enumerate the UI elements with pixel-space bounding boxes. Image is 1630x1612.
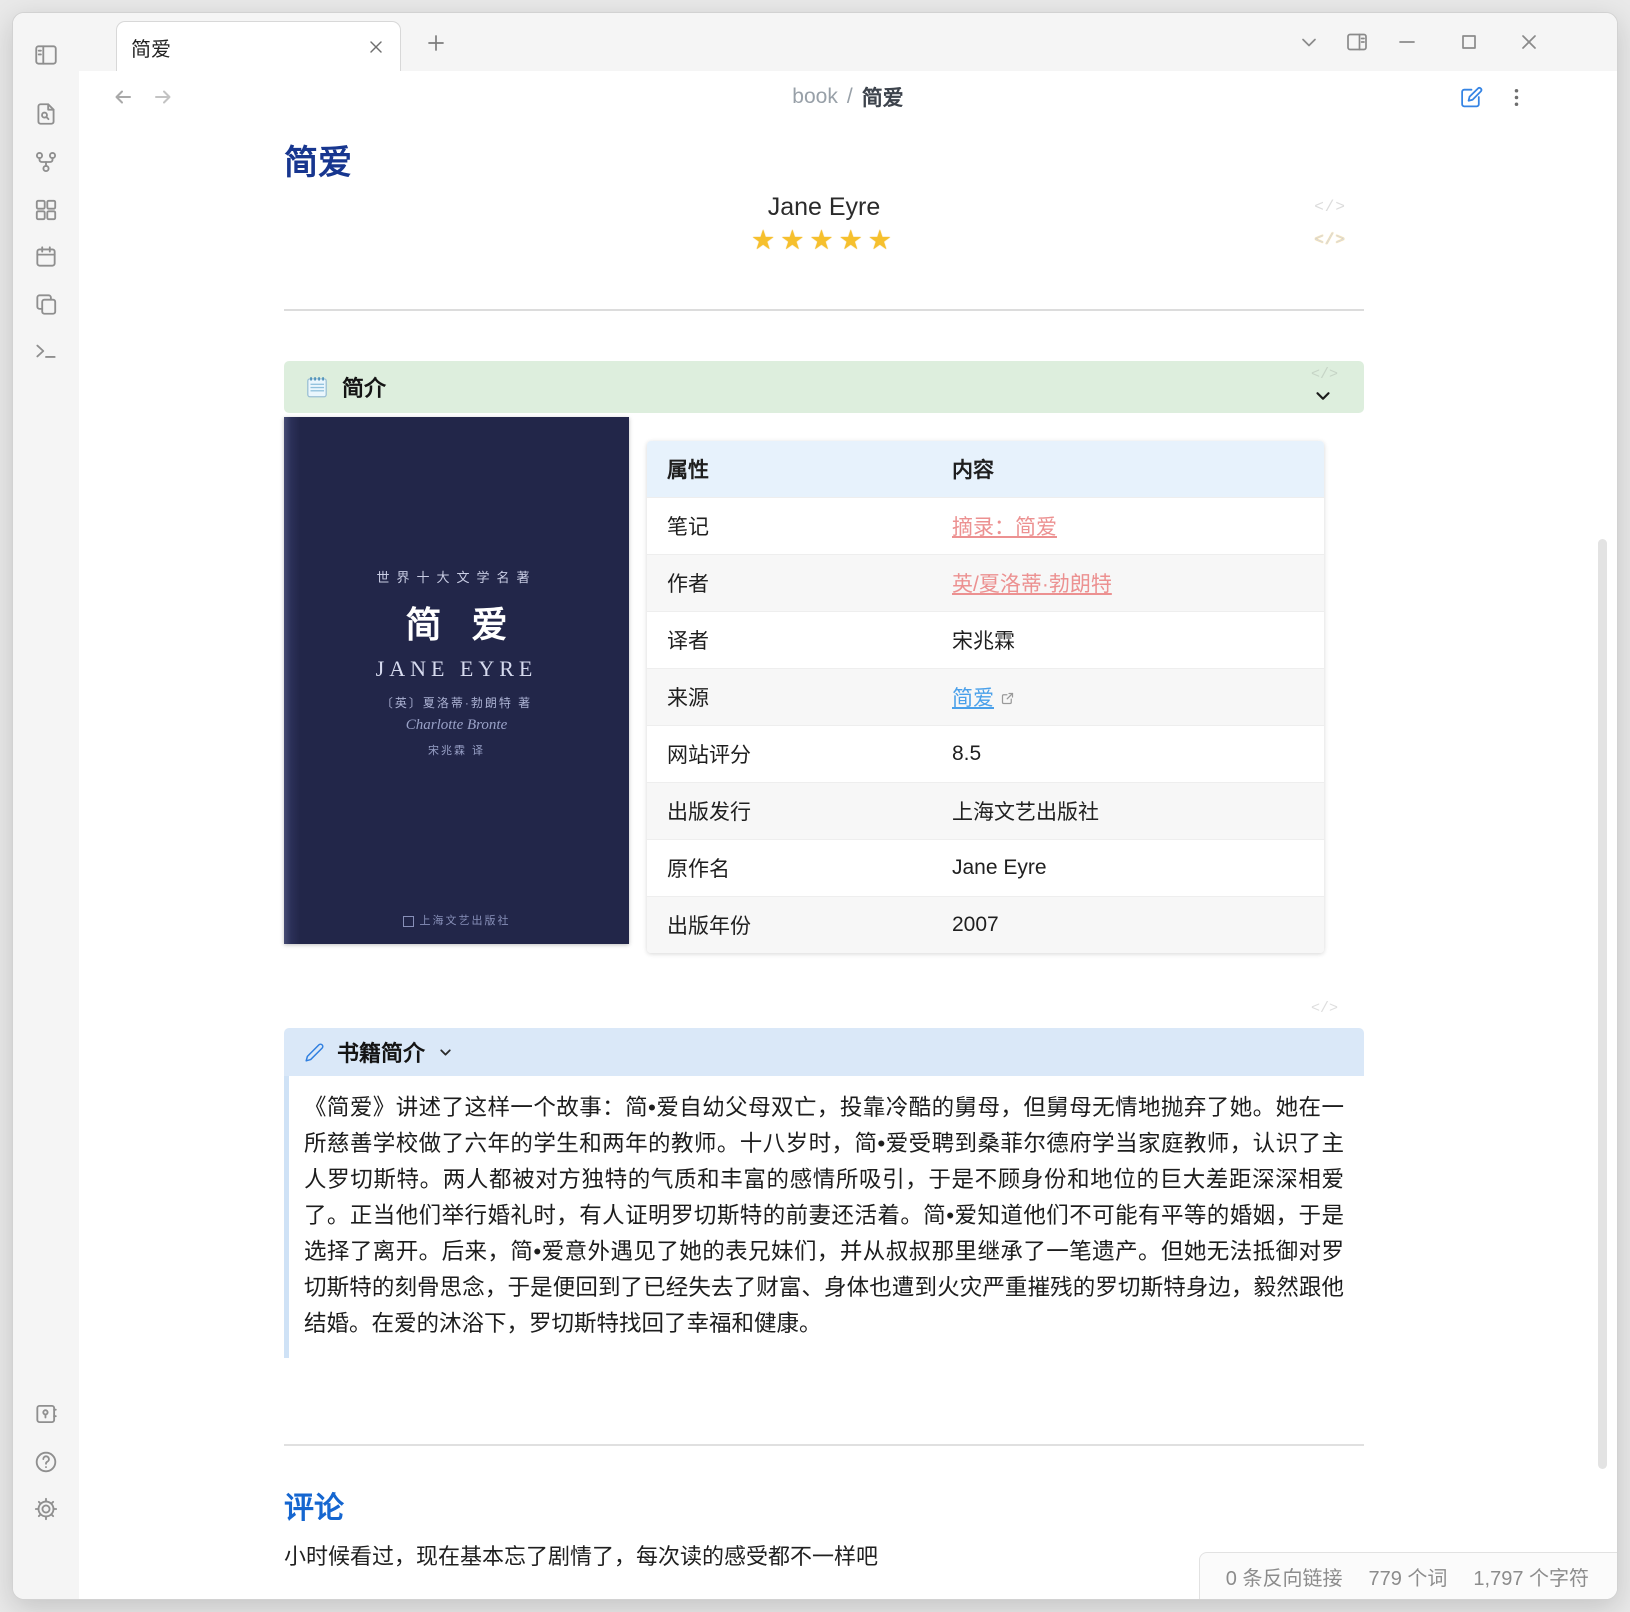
table-row: 出版发行 上海文艺出版社 xyxy=(647,782,1324,839)
calendar-icon[interactable] xyxy=(33,244,59,270)
tab-title: 简爱 xyxy=(131,33,366,62)
table-header-row: 属性 内容 xyxy=(647,441,1324,497)
pencil-icon xyxy=(304,1042,325,1063)
panel-right-icon[interactable] xyxy=(1345,30,1369,54)
new-tab-icon[interactable] xyxy=(424,31,448,55)
table-row: 来源 简爱 xyxy=(647,668,1324,725)
intro-callout-header[interactable]: 简介 </> xyxy=(284,361,1364,413)
table-row: 网站评分 8.5 xyxy=(647,725,1324,782)
rating-row: ★★★★★ </> xyxy=(284,223,1364,257)
graph-icon[interactable] xyxy=(33,149,59,175)
cover-publisher: 上海文艺出版社 xyxy=(284,912,629,928)
terminal-icon[interactable] xyxy=(33,338,59,364)
col-header-attr: 属性 xyxy=(647,441,932,497)
properties-table-wrap: 属性 内容 笔记 摘录：简爱 作者 英/夏洛蒂·勃朗特 译者 xyxy=(647,441,1324,953)
intro-callout-title: 简介 xyxy=(342,371,386,403)
table-row: 笔记 摘录：简爱 xyxy=(647,497,1324,554)
char-count: 1,797 个字符 xyxy=(1473,1562,1589,1591)
help-icon[interactable] xyxy=(33,1449,59,1475)
summary-callout-title: 书籍简介 xyxy=(337,1036,425,1068)
file-search-icon[interactable] xyxy=(33,101,59,127)
summary-callout: </> 书籍简介 《简爱》讲述了这样一个故事：简•爱自幼父母双亡，投靠冷酷的舅母… xyxy=(284,1028,1364,1358)
tab-close-icon[interactable] xyxy=(366,37,386,57)
word-count: 779 个词 xyxy=(1368,1562,1447,1591)
note-link[interactable]: 摘录：简爱 xyxy=(952,516,1057,539)
page-title: 简爱 xyxy=(284,141,1364,185)
cover-tagline: 世界十大文学名著 xyxy=(284,567,629,586)
cover-title: 简爱 xyxy=(284,596,629,648)
minimize-icon[interactable] xyxy=(1395,30,1419,54)
close-icon[interactable] xyxy=(1517,30,1541,54)
comments-heading: 评论 xyxy=(284,1490,1364,1528)
summary-callout-header[interactable]: 书籍简介 xyxy=(284,1028,1364,1076)
vault-icon[interactable] xyxy=(33,1401,59,1427)
source-link[interactable]: 简爱 xyxy=(952,687,994,710)
intro-content: 世界十大文学名著 简爱 JANE EYRE 〔英〕夏洛蒂·勃朗特 著 Charl… xyxy=(284,417,1364,953)
notepad-icon xyxy=(304,374,330,400)
layout-grid-icon[interactable] xyxy=(33,197,59,223)
author-link[interactable]: 英/夏洛蒂·勃朗特 xyxy=(952,573,1112,596)
summary-text: 《简爱》讲述了这样一个故事：简•爱自幼父母双亡，投靠冷酷的舅母，但舅母无情地抛弃… xyxy=(304,1090,1344,1342)
table-row: 出版年份 2007 xyxy=(647,896,1324,953)
tab-bar: 简爱 xyxy=(79,13,1617,72)
cover-author-en: Charlotte Bronte xyxy=(284,717,629,734)
backlinks-count[interactable]: 0 条反向链接 xyxy=(1226,1562,1343,1591)
col-header-content: 内容 xyxy=(932,441,1324,497)
book-cover-image: 世界十大文学名著 简爱 JANE EYRE 〔英〕夏洛蒂·勃朗特 著 Charl… xyxy=(284,417,629,944)
divider xyxy=(284,1444,1364,1446)
note-body[interactable]: 简爱 Jane Eyre </> ★★★★★ </> 简介 </> xyxy=(79,123,1617,1599)
sidebar-left-toggle-icon[interactable] xyxy=(33,42,59,68)
collapse-chevron-icon[interactable] xyxy=(1312,385,1334,407)
status-bar: 0 条反向链接 779 个词 1,797 个字符 xyxy=(1199,1552,1617,1599)
cover-title-en: JANE EYRE xyxy=(284,656,629,682)
tab-jane-eyre[interactable]: 简爱 xyxy=(116,21,401,72)
collapse-chevron-icon[interactable] xyxy=(437,1044,454,1061)
settings-icon[interactable] xyxy=(33,1496,59,1522)
table-row: 原作名 Jane Eyre xyxy=(647,839,1324,896)
rating-stars: ★★★★★ xyxy=(751,225,897,255)
edit-source-icon[interactable]: </> xyxy=(1314,223,1346,257)
divider xyxy=(284,309,1364,311)
external-link-icon xyxy=(1000,691,1015,706)
edit-source-icon[interactable]: </> xyxy=(1314,191,1346,223)
app-window: 简爱 book / xyxy=(12,12,1618,1600)
table-row: 作者 英/夏洛蒂·勃朗特 xyxy=(647,554,1324,611)
publisher-logo xyxy=(403,916,414,927)
breadcrumb-parent[interactable]: book xyxy=(792,85,838,109)
edit-source-icon[interactable]: </> xyxy=(1311,1000,1338,1017)
vertical-scrollbar[interactable] xyxy=(1598,539,1607,1469)
cover-author: 〔英〕夏洛蒂·勃朗特 著 xyxy=(284,694,629,711)
breadcrumb-current: 简爱 xyxy=(862,82,904,112)
screen: 简爱 book / xyxy=(0,0,1630,1612)
properties-table: 属性 内容 笔记 摘录：简爱 作者 英/夏洛蒂·勃朗特 译者 xyxy=(647,441,1324,953)
more-options-icon[interactable] xyxy=(1504,85,1529,110)
cover-translator: 宋兆霖 译 xyxy=(284,742,629,758)
files-icon[interactable] xyxy=(33,291,59,317)
maximize-icon[interactable] xyxy=(1457,30,1481,54)
note-header: book / 简爱 xyxy=(79,71,1617,124)
breadcrumb: book / 简爱 xyxy=(79,71,1617,123)
subtitle-row: Jane Eyre </> xyxy=(284,191,1364,223)
table-row: 译者 宋兆霖 xyxy=(647,611,1324,668)
left-ribbon xyxy=(13,13,80,1599)
breadcrumb-separator: / xyxy=(847,85,853,109)
chevron-down-icon[interactable] xyxy=(1297,30,1321,54)
subtitle-text: Jane Eyre xyxy=(768,193,881,221)
summary-callout-body: 《简爱》讲述了这样一个故事：简•爱自幼父母双亡，投靠冷酷的舅母，但舅母无情地抛弃… xyxy=(284,1076,1364,1358)
edit-source-icon[interactable]: </> xyxy=(1311,366,1338,383)
edit-icon[interactable] xyxy=(1459,85,1484,110)
